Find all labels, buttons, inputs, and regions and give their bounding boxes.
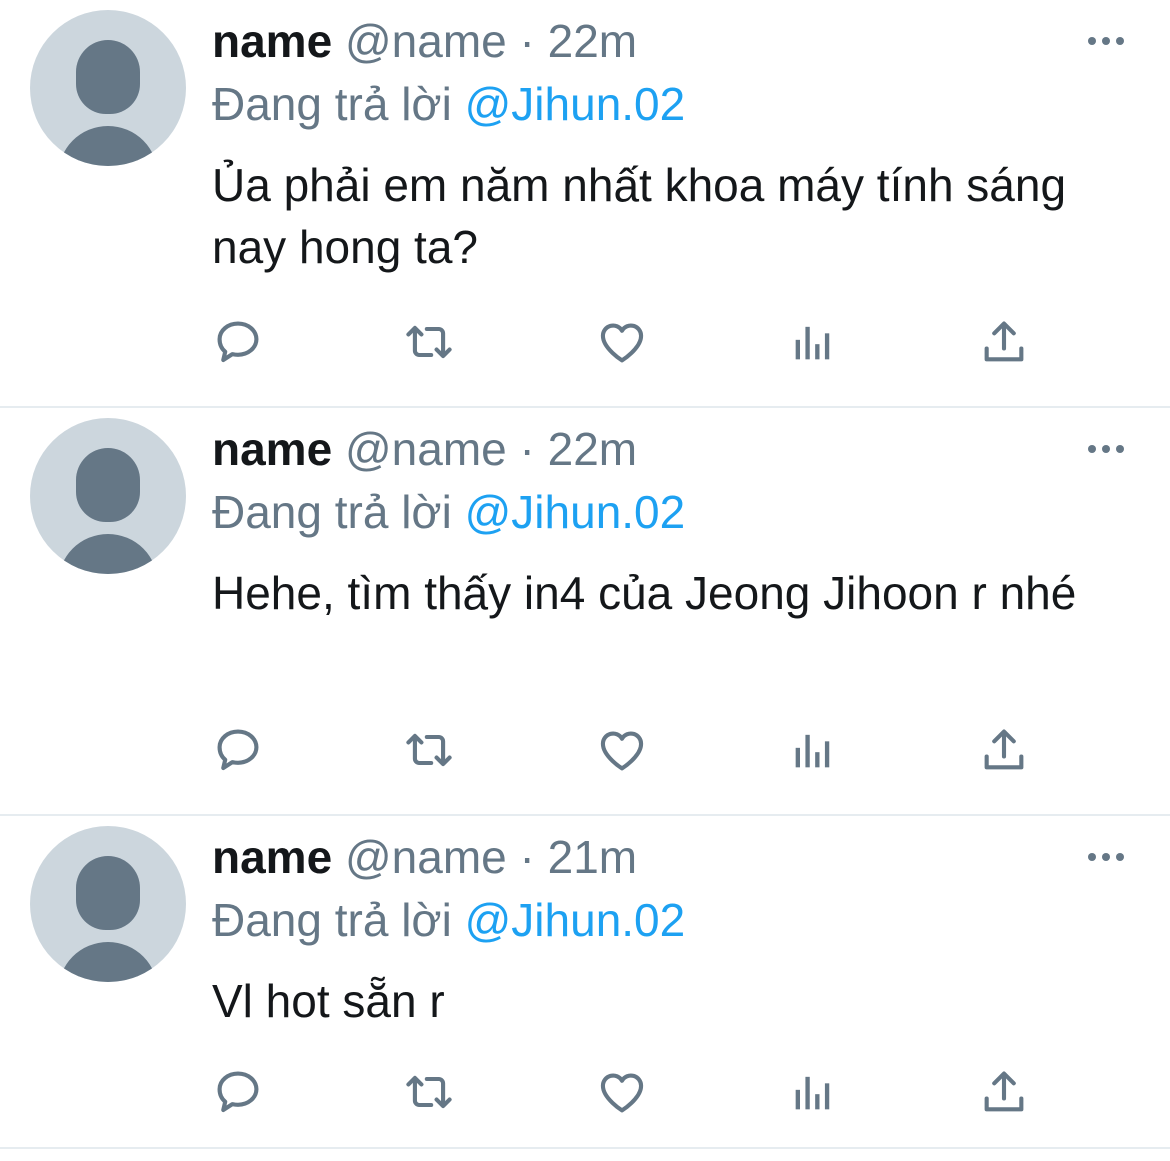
- avatar[interactable]: [30, 10, 186, 166]
- mention-link[interactable]: @Jihun.02: [465, 78, 686, 130]
- analytics-icon[interactable]: [787, 724, 839, 776]
- replying-to: Đang trả lời @Jihun.02: [212, 76, 685, 132]
- avatar-body-shape: [58, 942, 158, 982]
- user-handle[interactable]: @name: [345, 831, 507, 883]
- user-handle[interactable]: @name: [345, 15, 507, 67]
- timestamp[interactable]: 21m: [548, 831, 637, 883]
- tweet-text: Vl hot sẵn r: [212, 975, 445, 1027]
- share-icon[interactable]: [978, 1066, 1030, 1118]
- display-name[interactable]: name: [212, 831, 332, 883]
- display-name[interactable]: name: [212, 423, 332, 475]
- like-icon[interactable]: [596, 316, 648, 368]
- avatar-head-shape: [76, 856, 140, 930]
- like-icon[interactable]: [596, 724, 648, 776]
- avatar-head-shape: [76, 448, 140, 522]
- replying-to-label: Đang trả lời: [212, 486, 452, 538]
- timestamp[interactable]: 22m: [548, 15, 637, 67]
- separator-dot: ·: [519, 15, 535, 67]
- tweet-header: name @name · 21m: [212, 830, 637, 884]
- tweet[interactable]: name @name · 22m Đang trả lời @Jihun.02 …: [0, 408, 1170, 816]
- replying-to-label: Đang trả lời: [212, 78, 452, 130]
- tweet[interactable]: name @name · 21m Đang trả lời @Jihun.02 …: [0, 816, 1170, 1149]
- tweet-feed: name @name · 22m Đang trả lời @Jihun.02 …: [0, 0, 1170, 1161]
- share-icon[interactable]: [978, 316, 1030, 368]
- tweet-text: Ủa phải em năm nhất khoa máy tính sáng n…: [212, 159, 1067, 273]
- mention-link[interactable]: @Jihun.02: [465, 486, 686, 538]
- reply-icon[interactable]: [212, 724, 264, 776]
- replying-to: Đang trả lời @Jihun.02: [212, 892, 685, 948]
- like-icon[interactable]: [596, 1066, 648, 1118]
- more-icon[interactable]: [1086, 442, 1126, 456]
- reply-icon[interactable]: [212, 316, 264, 368]
- more-icon[interactable]: [1086, 850, 1126, 864]
- reply-icon[interactable]: [212, 1066, 264, 1118]
- display-name[interactable]: name: [212, 15, 332, 67]
- retweet-icon[interactable]: [403, 1066, 455, 1118]
- mention-link[interactable]: @Jihun.02: [465, 894, 686, 946]
- retweet-icon[interactable]: [403, 316, 455, 368]
- tweet[interactable]: name @name · 22m Đang trả lời @Jihun.02 …: [0, 0, 1170, 408]
- avatar-head-shape: [76, 40, 140, 114]
- replying-to: Đang trả lời @Jihun.02: [212, 484, 685, 540]
- tweet-header: name @name · 22m: [212, 14, 637, 68]
- separator-dot: ·: [519, 423, 535, 475]
- retweet-icon[interactable]: [403, 724, 455, 776]
- more-icon[interactable]: [1086, 34, 1126, 48]
- separator-dot: ·: [519, 831, 535, 883]
- avatar-body-shape: [58, 534, 158, 574]
- user-handle[interactable]: @name: [345, 423, 507, 475]
- avatar[interactable]: [30, 418, 186, 574]
- tweet-text: Hehe, tìm thấy in4 của Jeong Jihoon r nh…: [212, 567, 1077, 619]
- avatar[interactable]: [30, 826, 186, 982]
- tweet-header: name @name · 22m: [212, 422, 637, 476]
- analytics-icon[interactable]: [787, 316, 839, 368]
- avatar-body-shape: [58, 126, 158, 166]
- replying-to-label: Đang trả lời: [212, 894, 452, 946]
- analytics-icon[interactable]: [787, 1066, 839, 1118]
- timestamp[interactable]: 22m: [548, 423, 637, 475]
- tweet-divider: [0, 1147, 1170, 1149]
- share-icon[interactable]: [978, 724, 1030, 776]
